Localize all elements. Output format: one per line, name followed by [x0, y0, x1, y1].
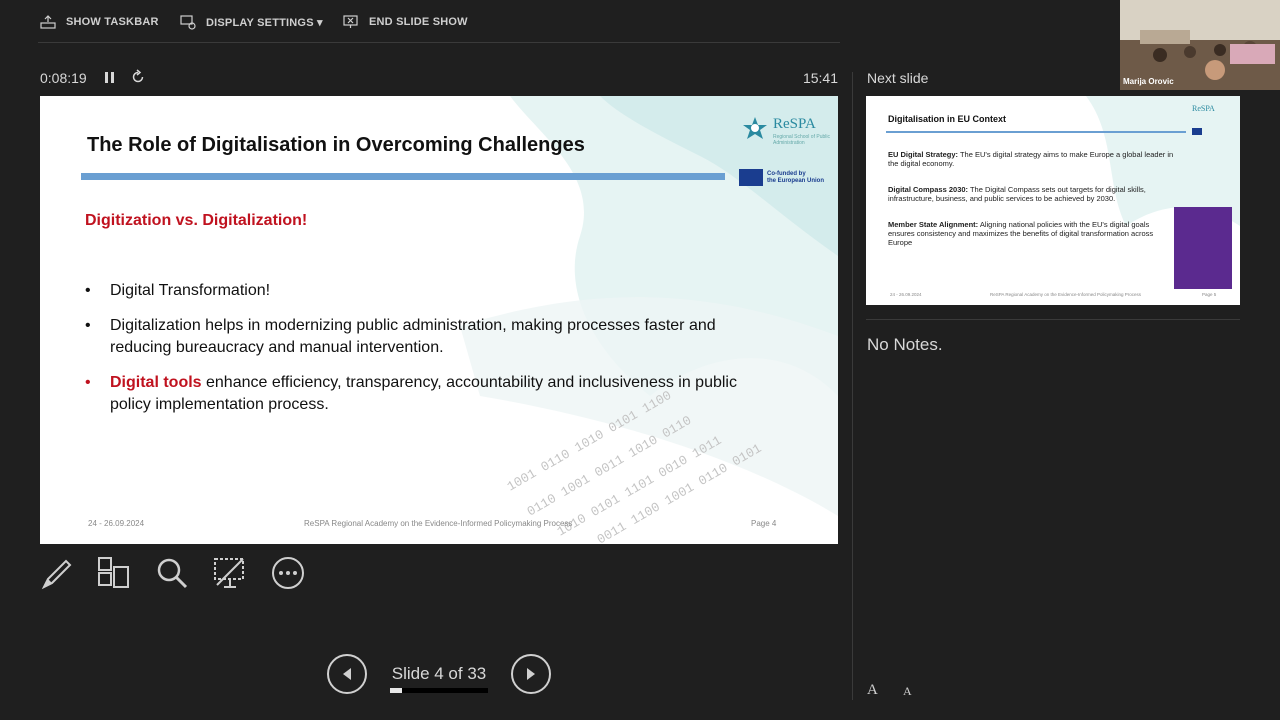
para-bold: Member State Alignment:	[888, 220, 979, 229]
slide-title: The Role of Digitalisation in Overcoming…	[87, 134, 585, 156]
slide-counter[interactable]: Slide 4 of 33	[389, 664, 489, 684]
next-slide-paragraph: Member State Alignment: Aligning nationa…	[888, 220, 1168, 247]
pen-tool-icon[interactable]	[40, 555, 76, 591]
display-settings-button[interactable]: DISPLAY SETTINGS ▾	[180, 14, 323, 30]
next-slide-paragraph: EU Digital Strategy: The EU's digital st…	[888, 150, 1178, 168]
next-slide-underline	[886, 131, 1186, 133]
para-bold: EU Digital Strategy:	[888, 150, 959, 159]
clock: 15:41	[802, 70, 838, 86]
respa-logo-subtitle: Regional School of Public Administration	[773, 134, 830, 146]
next-slide-footer-center: ReSPA Regional Academy on the Evidence-I…	[990, 292, 1141, 297]
next-arrow-icon	[527, 668, 535, 680]
elapsed-timer: 0:08:19	[40, 70, 87, 86]
end-slide-show-label: END SLIDE SHOW	[369, 16, 468, 28]
eu-text-line2: the European Union	[767, 178, 824, 184]
next-slide-thumbnail[interactable]: Digitalisation in EU Context ReSPA EU Di…	[866, 96, 1240, 305]
bullet-list: Digital Transformation! Digitalization h…	[85, 280, 775, 429]
slide-progress-fill	[390, 688, 402, 693]
next-slide-footer-date: 24 - 26.09.2024	[890, 292, 922, 297]
next-slide-label: Next slide	[867, 70, 929, 86]
bullet-item: Digital tools enhance efficiency, transp…	[85, 372, 775, 416]
end-slide-show-button[interactable]: END SLIDE SHOW	[343, 14, 468, 30]
black-screen-icon[interactable]	[212, 555, 248, 591]
speaker-notes[interactable]: No Notes.	[867, 335, 943, 355]
current-slide[interactable]: 1001 0110 1010 0101 1100 0110 1001 0011 …	[40, 96, 838, 544]
slide-footer-date: 24 - 26.09.2024	[88, 519, 145, 528]
more-options-icon[interactable]	[270, 555, 306, 591]
bullet-item: Digitalization helps in modernizing publ…	[85, 315, 775, 359]
eu-text-line1: Co-funded by	[767, 171, 806, 177]
increase-font-button[interactable]: A	[867, 682, 878, 699]
taskbar-icon	[40, 15, 56, 29]
display-settings-label: DISPLAY SETTINGS ▾	[206, 16, 323, 29]
top-toolbar: SHOW TASKBAR DISPLAY SETTINGS ▾ END SLID…	[0, 0, 1120, 44]
participant-name: Marija Orovic	[1123, 77, 1174, 86]
show-taskbar-label: SHOW TASKBAR	[66, 16, 159, 28]
slide-progress-bar	[390, 688, 488, 693]
bullet-item: Digital Transformation!	[85, 280, 775, 302]
pane-divider[interactable]	[852, 72, 853, 700]
next-slide-footer-page: Page 5	[1202, 292, 1217, 297]
bullet-text: enhance efficiency, transparency, accoun…	[110, 374, 737, 413]
webcam-video: Marija Orovic	[1120, 0, 1280, 90]
respa-logo-icon	[743, 117, 767, 139]
decrease-font-button[interactable]: A	[903, 684, 912, 699]
next-slide-eu-flag-icon	[1192, 128, 1202, 135]
previous-arrow-icon	[343, 668, 351, 680]
see-all-slides-icon[interactable]	[96, 555, 132, 591]
display-settings-icon	[180, 15, 196, 30]
slide-footer-center: ReSPA Regional Academy on the Evidence-I…	[304, 519, 573, 528]
previous-slide-button[interactable]	[327, 654, 367, 694]
next-slide-logo: ReSPA	[1192, 104, 1215, 113]
digital-compass-book-image	[1174, 207, 1232, 289]
pause-icon[interactable]	[103, 70, 117, 86]
bullet-text: Digitalization helps in modernizing publ…	[110, 317, 716, 356]
para-bold: Digital Compass 2030:	[888, 185, 969, 194]
bullet-text: Digital Transformation!	[110, 282, 271, 299]
next-slide-paragraph: Digital Compass 2030: The Digital Compas…	[888, 185, 1178, 203]
end-show-icon	[343, 15, 358, 28]
toolbar-divider	[38, 42, 840, 43]
slide-footer-page: Page 4	[751, 519, 777, 528]
eu-flag-icon	[739, 169, 763, 186]
notes-divider	[866, 319, 1240, 320]
show-taskbar-button[interactable]: SHOW TASKBAR	[40, 14, 159, 30]
restart-timer-icon[interactable]	[130, 69, 146, 85]
slide-subheading: Digitization vs. Digitalization!	[85, 212, 308, 229]
zoom-icon[interactable]	[154, 555, 190, 591]
respa-logo-text: ReSPA	[773, 116, 816, 132]
eu-cofunded-text: Co-funded by the European Union	[767, 171, 824, 185]
next-slide-title: Digitalisation in EU Context	[888, 114, 1007, 124]
next-slide-button[interactable]	[511, 654, 551, 694]
title-underline-bar	[81, 173, 725, 180]
bullet-highlight: Digital tools	[110, 374, 202, 391]
